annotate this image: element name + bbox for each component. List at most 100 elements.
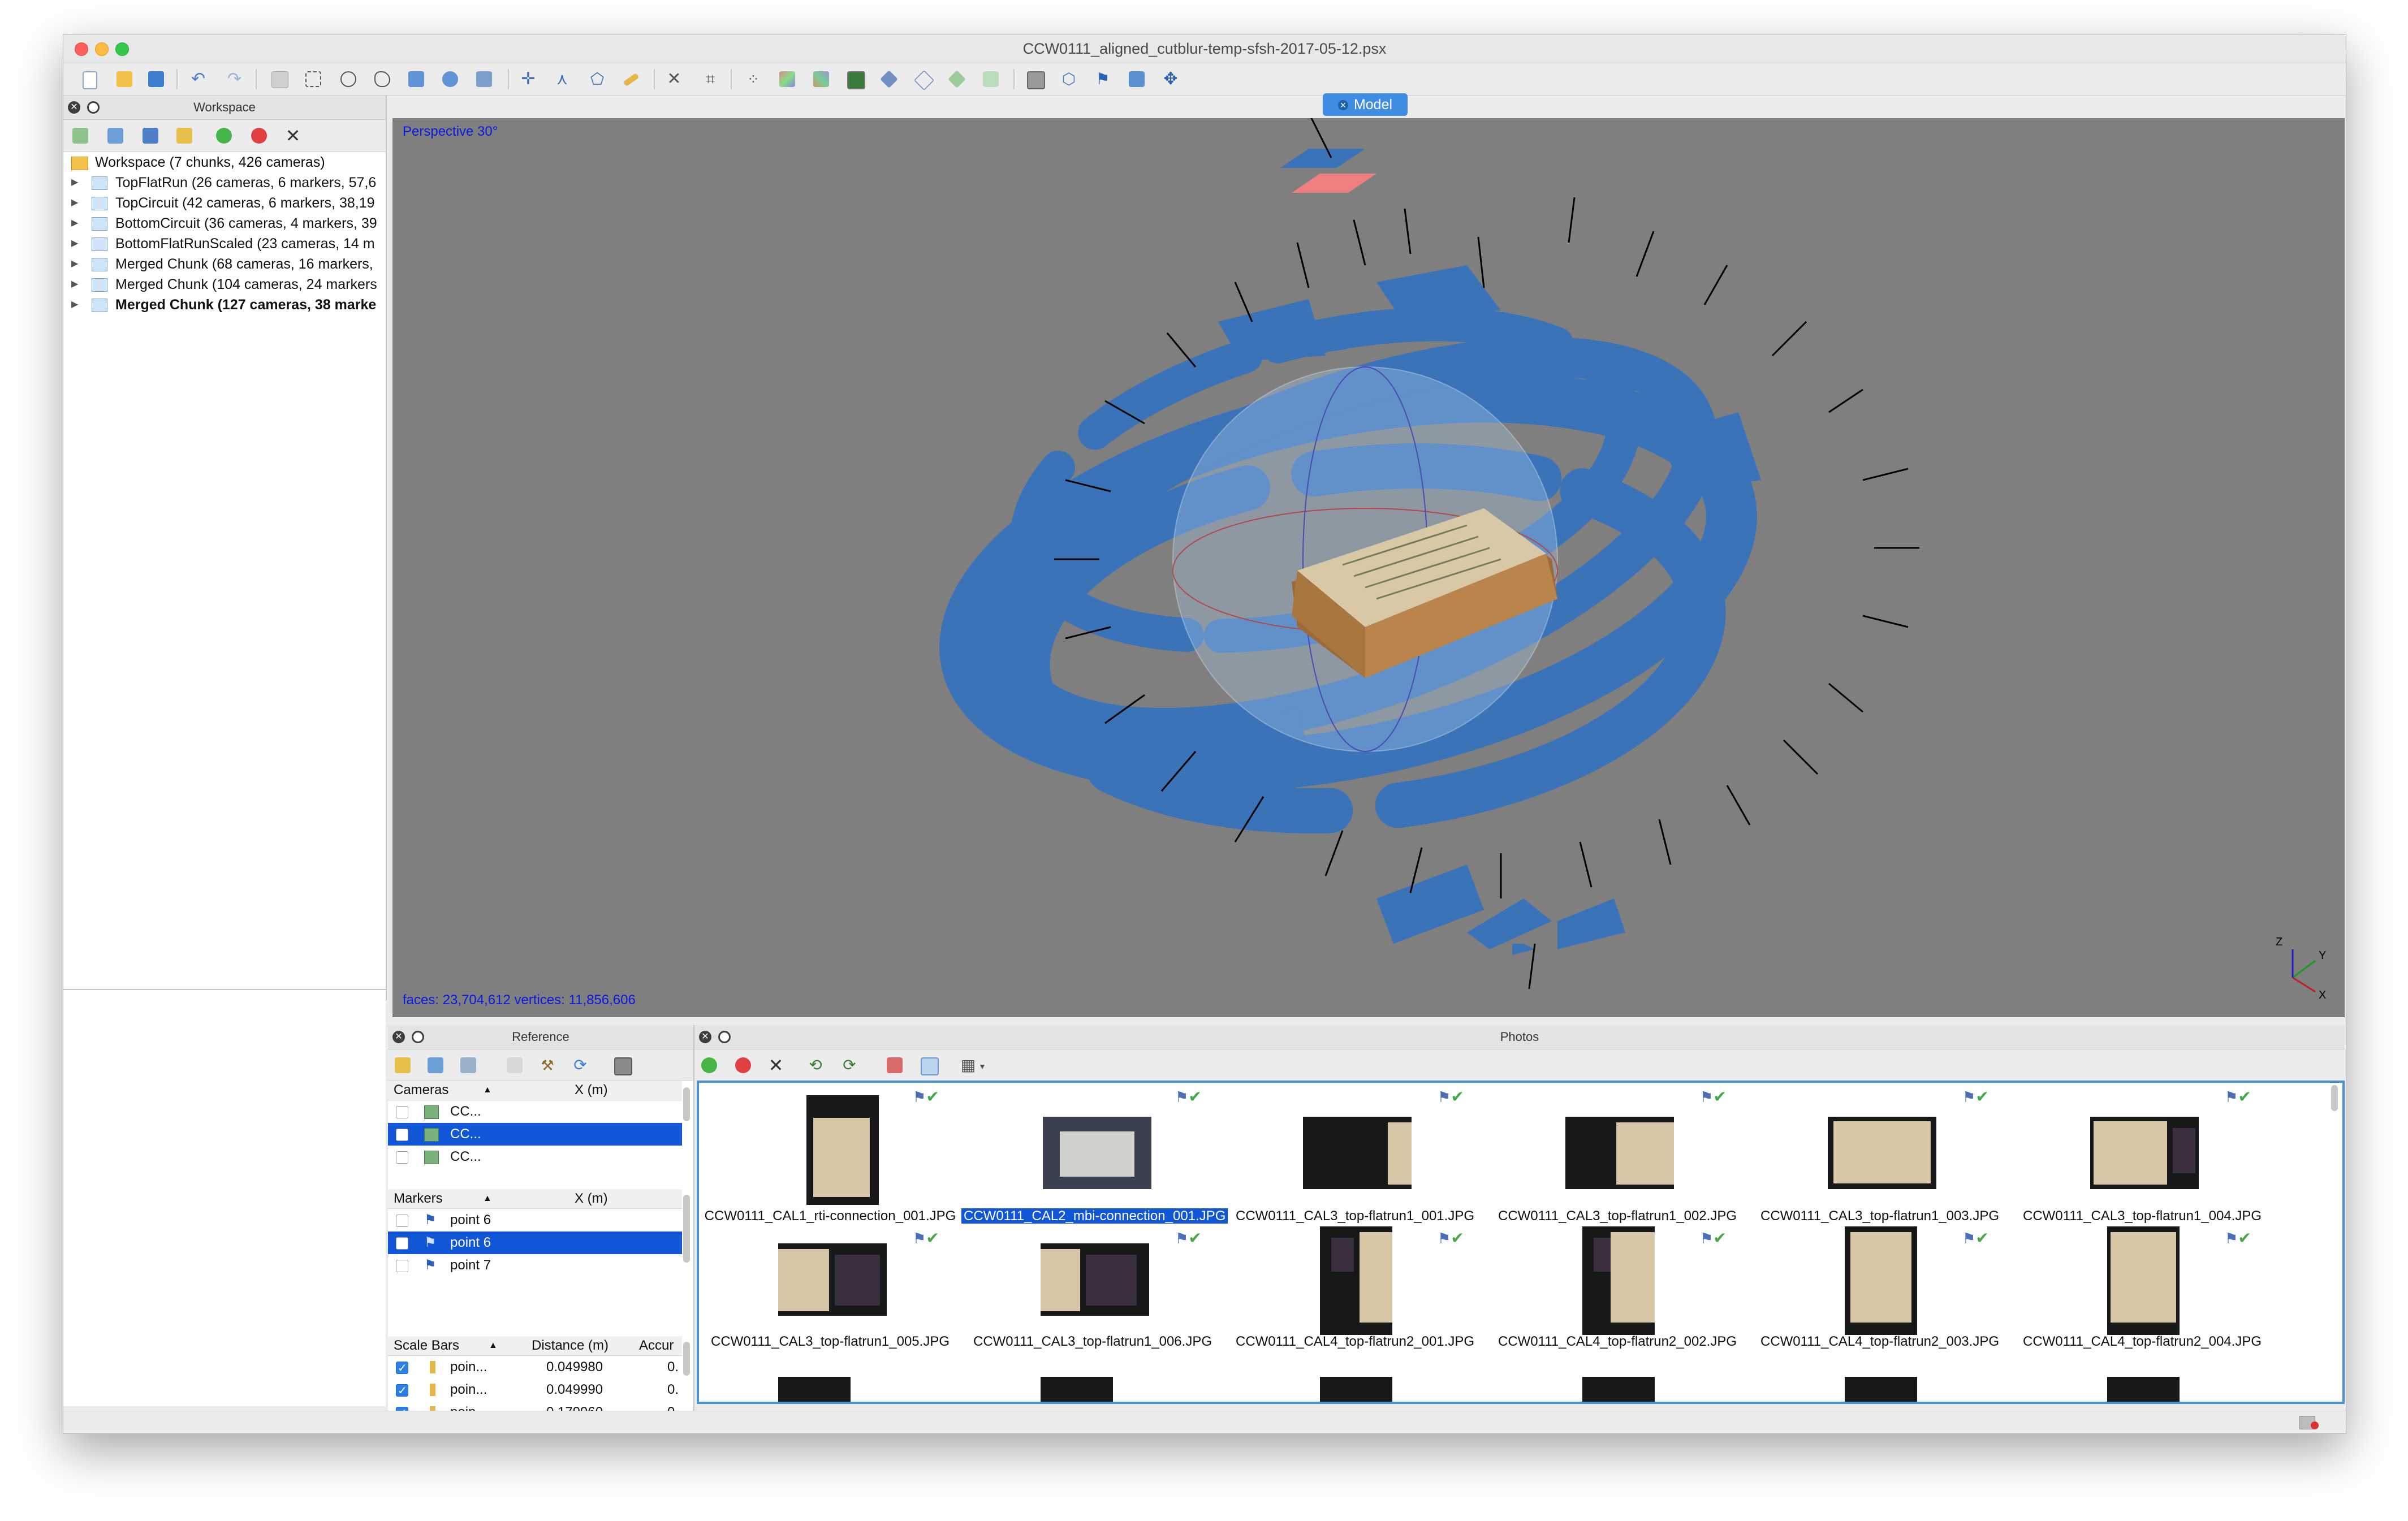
show-region-icon[interactable]: [1129, 71, 1145, 87]
camera-row[interactable]: CC...: [388, 1146, 682, 1168]
markers-column-header[interactable]: Markers: [394, 1189, 443, 1208]
ruler-icon[interactable]: [623, 72, 640, 87]
show-masks-icon[interactable]: [921, 1057, 939, 1075]
scale-bars-scrollbar[interactable]: [683, 1342, 690, 1376]
add-photos-icon[interactable]: [107, 128, 123, 144]
expand-arrow-icon[interactable]: ▶: [71, 213, 78, 234]
export-icon[interactable]: [428, 1057, 443, 1073]
convert-icon[interactable]: [460, 1057, 476, 1073]
photo-tile[interactable]: ⚑✔ CCW0111_CAL3_top-flatrun1_003.JPG: [1749, 1085, 2011, 1224]
workspace-root-item[interactable]: Workspace (7 chunks, 426 cameras): [63, 152, 386, 172]
disable-camera-icon[interactable]: [735, 1057, 751, 1073]
show-markers-icon[interactable]: ⚑: [1095, 71, 1111, 87]
marker-checkbox[interactable]: [396, 1260, 408, 1272]
scale-bar-checkbox[interactable]: [396, 1357, 408, 1380]
photo-tile[interactable]: ⚑✔ CCW0111_CAL4_top-flatrun2_004.JPG: [2011, 1226, 2273, 1366]
photo-tile[interactable]: ⚑✔ CCW0111_CAL1_rti-connection_001.JPG: [699, 1085, 961, 1224]
rotate-object-icon[interactable]: [442, 71, 458, 87]
camera-checkbox[interactable]: [396, 1129, 408, 1141]
photo-thumbnail[interactable]: [1320, 1377, 1392, 1402]
marker-checkbox[interactable]: [396, 1237, 408, 1250]
show-cameras-icon[interactable]: [1027, 71, 1045, 89]
rectangle-selection-icon[interactable]: [305, 71, 321, 87]
tiled-model-icon[interactable]: [983, 71, 999, 87]
scale-bars-column-header[interactable]: Scale Bars: [394, 1336, 459, 1355]
photo-thumbnail[interactable]: [1320, 1226, 1392, 1335]
crop-icon[interactable]: ⌗: [702, 71, 718, 87]
photo-thumbnail[interactable]: [778, 1243, 887, 1316]
marker-checkbox[interactable]: [396, 1215, 408, 1227]
point-cloud-icon[interactable]: ⁘: [745, 71, 761, 87]
crosshair-icon[interactable]: ✛: [520, 71, 536, 88]
add-markers-icon[interactable]: [143, 128, 158, 144]
expand-arrow-icon[interactable]: ▶: [71, 234, 78, 254]
move-object-icon[interactable]: [408, 71, 424, 87]
markers-scrollbar[interactable]: [683, 1195, 690, 1263]
close-panel-icon[interactable]: ✕: [392, 1031, 405, 1043]
distance-column-header[interactable]: Distance (m): [532, 1336, 609, 1355]
photo-tile[interactable]: ⚑✔ CCW0111_CAL3_top-flatrun1_005.JPG: [699, 1226, 961, 1366]
save-icon[interactable]: [148, 71, 164, 87]
model-textured-icon[interactable]: [948, 70, 966, 88]
photo-thumbnail[interactable]: [1041, 1243, 1149, 1316]
expand-arrow-icon[interactable]: ▶: [71, 254, 78, 274]
chunk-item[interactable]: ▶ BottomCircuit (36 cameras, 4 markers, …: [63, 213, 386, 234]
marker-row-selected[interactable]: ⚑ point 6: [388, 1232, 682, 1254]
photo-thumbnail[interactable]: [1582, 1226, 1655, 1335]
reset-filter-icon[interactable]: [887, 1057, 903, 1073]
photos-scrollbar[interactable]: [2331, 1085, 2338, 1111]
photo-thumbnail[interactable]: [2107, 1377, 2180, 1402]
undo-icon[interactable]: ↶: [191, 71, 207, 88]
rotate-right-icon[interactable]: ⟳: [841, 1057, 857, 1073]
cameras-scrollbar[interactable]: [683, 1087, 690, 1121]
disable-icon[interactable]: [251, 128, 267, 144]
expand-arrow-icon[interactable]: ▶: [71, 172, 78, 193]
table-icon[interactable]: [507, 1057, 523, 1073]
active-chunk-item[interactable]: ▶ Merged Chunk (127 cameras, 38 marke: [63, 295, 386, 315]
minimize-window-button[interactable]: [95, 42, 109, 56]
camera-checkbox[interactable]: [396, 1106, 408, 1118]
scale-bar-checkbox[interactable]: [396, 1380, 408, 1402]
update-icon[interactable]: ⟳: [572, 1057, 588, 1073]
open-folder-icon[interactable]: [116, 71, 132, 87]
error-indicator-icon[interactable]: [2311, 1421, 2319, 1429]
camera-checkbox[interactable]: [396, 1151, 408, 1164]
rotate-left-icon[interactable]: ⟲: [808, 1057, 823, 1073]
photo-thumbnail[interactable]: [1845, 1377, 1917, 1402]
dense-cloud-icon[interactable]: [779, 71, 795, 87]
photo-tile-selected[interactable]: ⚑✔ CCW0111_CAL2_mbi-connection_001.JPG: [961, 1085, 1228, 1224]
float-panel-icon[interactable]: [412, 1031, 424, 1043]
show-shapes-icon[interactable]: ⬡: [1061, 71, 1077, 87]
photo-tile[interactable]: ⚑✔ CCW0111_CAL3_top-flatrun1_004.JPG: [2011, 1085, 2273, 1224]
view-mode-icon[interactable]: ▦: [960, 1057, 976, 1073]
photo-tile[interactable]: ⚑✔ CCW0111_CAL3_top-flatrun1_001.JPG: [1224, 1085, 1486, 1224]
remove-camera-icon[interactable]: ✕: [768, 1056, 784, 1074]
draw-polyline-icon[interactable]: ⋏: [554, 71, 570, 87]
navigation-cursor-icon[interactable]: [271, 71, 288, 88]
close-tab-icon[interactable]: ✕: [1337, 100, 1348, 110]
remove-icon[interactable]: ✕: [285, 127, 301, 145]
expand-arrow-icon[interactable]: ▶: [71, 274, 78, 295]
delete-selection-icon[interactable]: ✕: [666, 71, 682, 88]
model-wireframe-icon[interactable]: [913, 70, 935, 91]
dense-cloud-classes-icon[interactable]: [813, 71, 829, 87]
camera-row-selected[interactable]: CC...: [388, 1123, 682, 1146]
enable-camera-icon[interactable]: [701, 1057, 717, 1073]
photo-thumbnail[interactable]: [1828, 1117, 1936, 1189]
x-column-header[interactable]: X (m): [575, 1189, 608, 1208]
photo-thumbnail[interactable]: [778, 1377, 851, 1402]
marker-row[interactable]: ⚑ point 6: [388, 1209, 682, 1232]
photo-tile[interactable]: ⚑✔ CCW0111_CAL4_top-flatrun2_001.JPG: [1224, 1226, 1486, 1366]
photo-thumbnail[interactable]: [1582, 1377, 1655, 1402]
settings-icon[interactable]: [614, 1057, 632, 1075]
close-panel-icon[interactable]: ✕: [699, 1031, 711, 1043]
model-viewport[interactable]: Perspective 30° faces: 23,704,612 vertic…: [392, 118, 2345, 1017]
scale-bar-row[interactable]: poin... 0.049990 0.: [388, 1379, 682, 1402]
chunk-item[interactable]: ▶ Merged Chunk (104 cameras, 24 markers: [63, 274, 386, 295]
free-form-selection-icon[interactable]: [374, 71, 390, 87]
photos-grid[interactable]: ⚑✔ CCW0111_CAL1_rti-connection_001.JPG ⚑…: [697, 1081, 2345, 1404]
show-trackball-icon[interactable]: ✥: [1163, 71, 1179, 88]
float-panel-icon[interactable]: [87, 101, 100, 114]
redo-icon[interactable]: ↷: [227, 71, 243, 88]
float-panel-icon[interactable]: [718, 1031, 731, 1043]
